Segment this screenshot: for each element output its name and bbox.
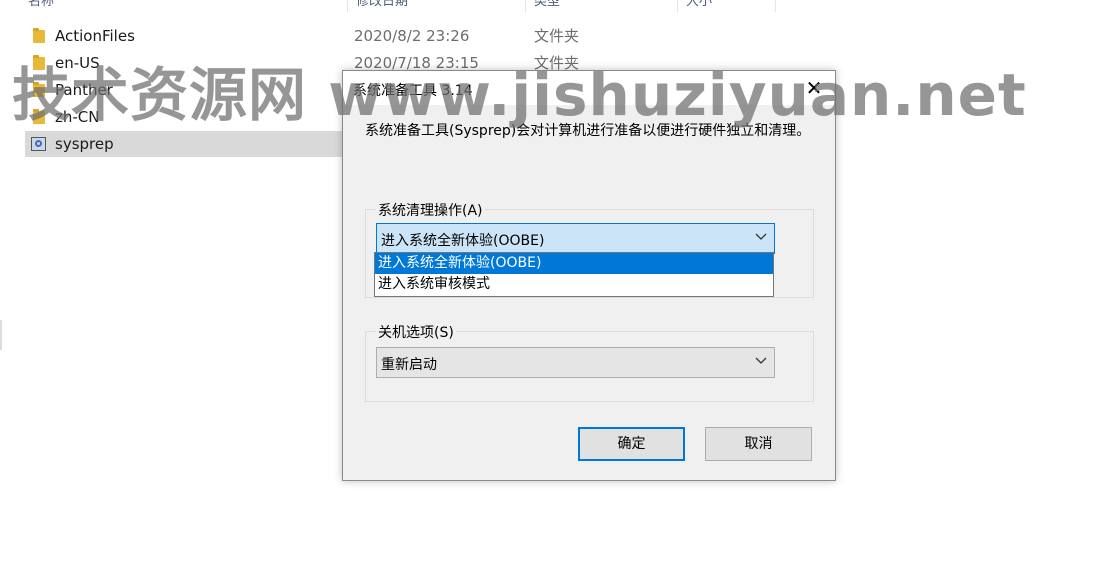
column-header-date[interactable]: 修改日期 (348, 0, 526, 12)
dropdown-option-oobe[interactable]: 进入系统全新体验(OOBE) (375, 253, 773, 274)
column-header-size[interactable]: 大小 (678, 0, 776, 12)
scroll-edge (0, 320, 2, 350)
dialog-title: 系统准备工具 3.14 (353, 83, 473, 99)
file-name: ActionFiles (55, 27, 135, 45)
cancel-button[interactable]: 取消 (705, 427, 812, 461)
cleanup-action-label: 系统清理操作(A) (376, 200, 485, 220)
file-type: 文件夹 (534, 27, 580, 45)
shutdown-options-value: 重新启动 (381, 357, 437, 373)
folder-icon (31, 82, 47, 98)
file-row-zh-cn[interactable]: zh-CN (25, 104, 345, 130)
file-name: zh-CN (55, 108, 100, 126)
cleanup-action-value: 进入系统全新体验(OOBE) (381, 233, 545, 249)
column-header-type[interactable]: 类型 (526, 0, 678, 12)
file-row-actionfiles[interactable]: ActionFiles (25, 23, 345, 49)
file-row-panther[interactable]: Panther (25, 77, 345, 103)
cleanup-action-dropdown-list: 进入系统全新体验(OOBE) 进入系统审核模式 (374, 252, 774, 297)
folder-icon (31, 109, 47, 125)
shutdown-options-group: 关机选项(S) 重新启动 (365, 322, 814, 402)
dropdown-option-audit[interactable]: 进入系统审核模式 (375, 274, 773, 295)
file-name: Panther (55, 81, 113, 99)
shutdown-options-combobox[interactable]: 重新启动 (376, 347, 775, 378)
cleanup-action-combobox[interactable]: 进入系统全新体验(OOBE) (376, 223, 775, 254)
shutdown-options-label: 关机选项(S) (376, 322, 456, 342)
file-date: 2020/8/2 23:26 (354, 27, 470, 45)
file-name: sysprep (55, 135, 114, 153)
sysprep-app-icon (31, 136, 47, 152)
chevron-down-icon (755, 357, 767, 364)
close-button[interactable]: ✕ (797, 73, 831, 103)
folder-icon (31, 55, 47, 71)
file-row-sysprep[interactable]: sysprep (25, 131, 345, 157)
folder-icon (31, 28, 47, 44)
file-name: en-US (55, 54, 100, 72)
chevron-down-icon (755, 233, 767, 240)
file-row-en-us[interactable]: en-US (25, 50, 345, 76)
column-header-name[interactable]: 名称 (20, 0, 348, 12)
dialog-titlebar[interactable]: 系统准备工具 3.14 ✕ (343, 71, 835, 105)
dialog-description: 系统准备工具(Sysprep)会对计算机进行准备以便进行硬件独立和清理。 (365, 123, 811, 139)
ok-button[interactable]: 确定 (578, 427, 685, 461)
